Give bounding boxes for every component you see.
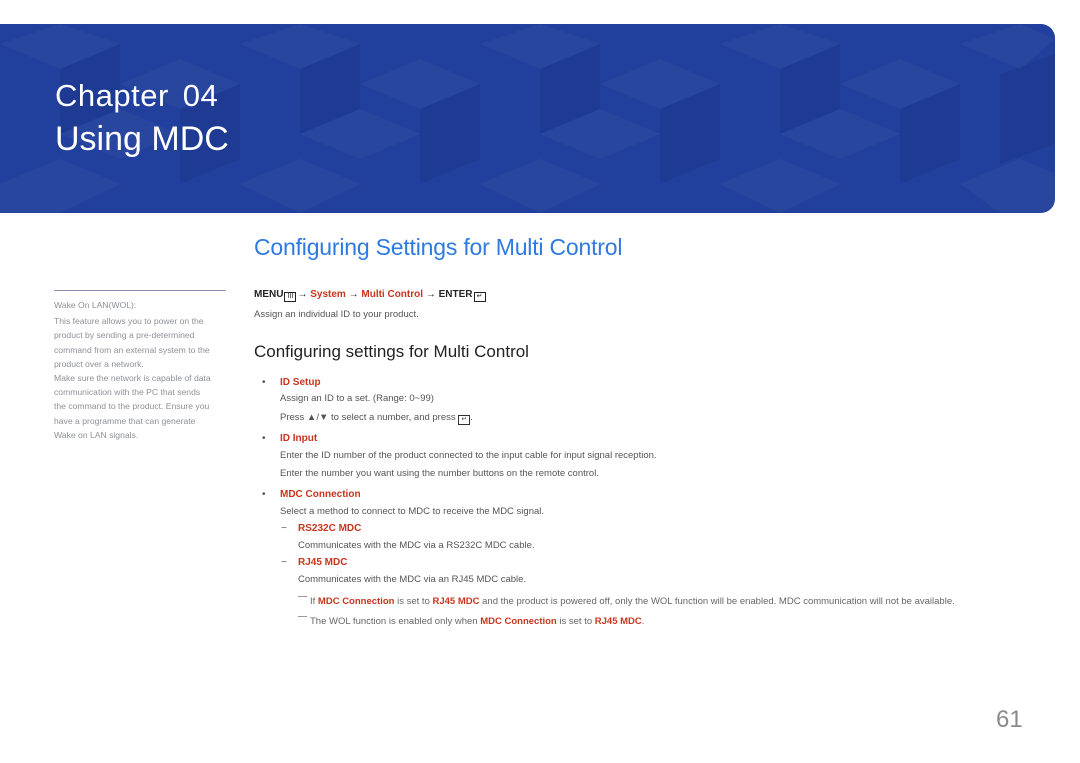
- subitem-text: Communicates with the MDC via a RS232C M…: [298, 540, 535, 551]
- note-highlight: MDC Connection: [317, 596, 395, 607]
- note-text: is set to: [559, 616, 593, 627]
- sidebar-line: the command to the product. Ensure you: [54, 401, 210, 412]
- sidebar-line: This feature allows you to power on the: [54, 316, 204, 327]
- section-heading: Configuring Settings for Multi Control: [254, 234, 623, 260]
- note-highlight: RJ45 MDC: [594, 616, 642, 627]
- enter-icon: ↵: [458, 415, 471, 425]
- note-text: .: [641, 616, 645, 627]
- chapter-banner: Chapter 04 Using MDC: [0, 24, 1055, 213]
- subsection-heading: Configuring settings for Multi Control: [254, 342, 529, 361]
- chapter-word: Chapter: [55, 78, 169, 113]
- subitem-label-rs232c: RS232C MDC: [298, 523, 362, 534]
- page-number: 61: [996, 706, 1023, 733]
- arrow-icon: →: [297, 289, 308, 300]
- note-text: and the product is powered off, only the…: [482, 596, 955, 607]
- note-icon: [298, 616, 307, 617]
- cube-pattern: [0, 24, 1055, 213]
- menu-multi-control: Multi Control: [361, 289, 424, 300]
- note-highlight: MDC Connection: [480, 616, 557, 627]
- chapter-title: Using MDC: [55, 120, 229, 158]
- sidebar-line: product over a network.: [54, 358, 144, 369]
- item-label-id-input: ID Input: [280, 433, 318, 444]
- sidebar-line: have a programme that can generate: [54, 415, 196, 426]
- note-highlight: RJ45 MDC: [432, 596, 480, 607]
- sidebar-line: Wake on LAN signals.: [54, 429, 139, 440]
- item-label-id-setup: ID Setup: [280, 377, 321, 388]
- sidebar-line: product by sending a pre-determined: [54, 330, 195, 341]
- arrow-icon: →: [348, 289, 359, 300]
- item-text: Press ▲/▼ to select a number, and press …: [280, 412, 473, 425]
- sidebar-line: Make sure the network is capable of data: [54, 373, 211, 384]
- item-text: Enter the ID number of the product conne…: [280, 450, 657, 461]
- bullet-icon: •: [262, 433, 266, 444]
- subitem-label-rj45: RJ45 MDC: [298, 557, 348, 568]
- note-text: The WOL function is enabled only when: [310, 616, 478, 627]
- note-text: If: [310, 596, 316, 607]
- chapter-number: 04: [182, 78, 219, 113]
- bullet-icon: •: [262, 377, 266, 388]
- menu-path: MENU III → System → Multi Control → ENTER ↵: [254, 289, 487, 302]
- dash-icon: −: [281, 557, 287, 568]
- arrow-icon: →: [425, 289, 436, 300]
- menu-enter: ENTER: [438, 289, 473, 300]
- item-text-part: Press ▲/▼ to select a number, and press: [280, 412, 456, 423]
- chapter-label: Chapter 04: [55, 78, 218, 114]
- note-1: If MDC Connection is set to RJ45 MDC and…: [298, 596, 955, 607]
- item-text: Select a method to connect to MDC to rec…: [280, 506, 545, 517]
- section-description: Assign an individual ID to your product.: [254, 309, 419, 320]
- sidebar-note: Wake On LAN(WOL): This feature allows yo…: [54, 298, 229, 442]
- note-text: is set to: [397, 596, 430, 607]
- note-icon: [298, 596, 307, 597]
- item-text: Enter the number you want using the numb…: [280, 468, 599, 479]
- sidebar-divider: [54, 290, 226, 291]
- dash-icon: −: [281, 523, 287, 534]
- enter-icon: ↵: [473, 292, 486, 302]
- menu-label: MENU: [254, 289, 284, 300]
- note-2: The WOL function is enabled only when MD…: [298, 616, 644, 627]
- sidebar-line: command from an external system to the: [54, 344, 210, 355]
- subitem-text: Communicates with the MDC via an RJ45 MD…: [298, 574, 527, 585]
- item-label-mdc-connection: MDC Connection: [280, 489, 361, 500]
- sidebar-line: Wake On LAN(WOL):: [54, 300, 137, 310]
- menu-icon: III: [284, 292, 297, 302]
- item-text: Assign an ID to a set. (Range: 0~99): [280, 393, 434, 404]
- bullet-icon: •: [262, 489, 266, 500]
- sidebar-line: communication with the PC that sends: [54, 387, 201, 398]
- menu-system: System: [310, 289, 346, 300]
